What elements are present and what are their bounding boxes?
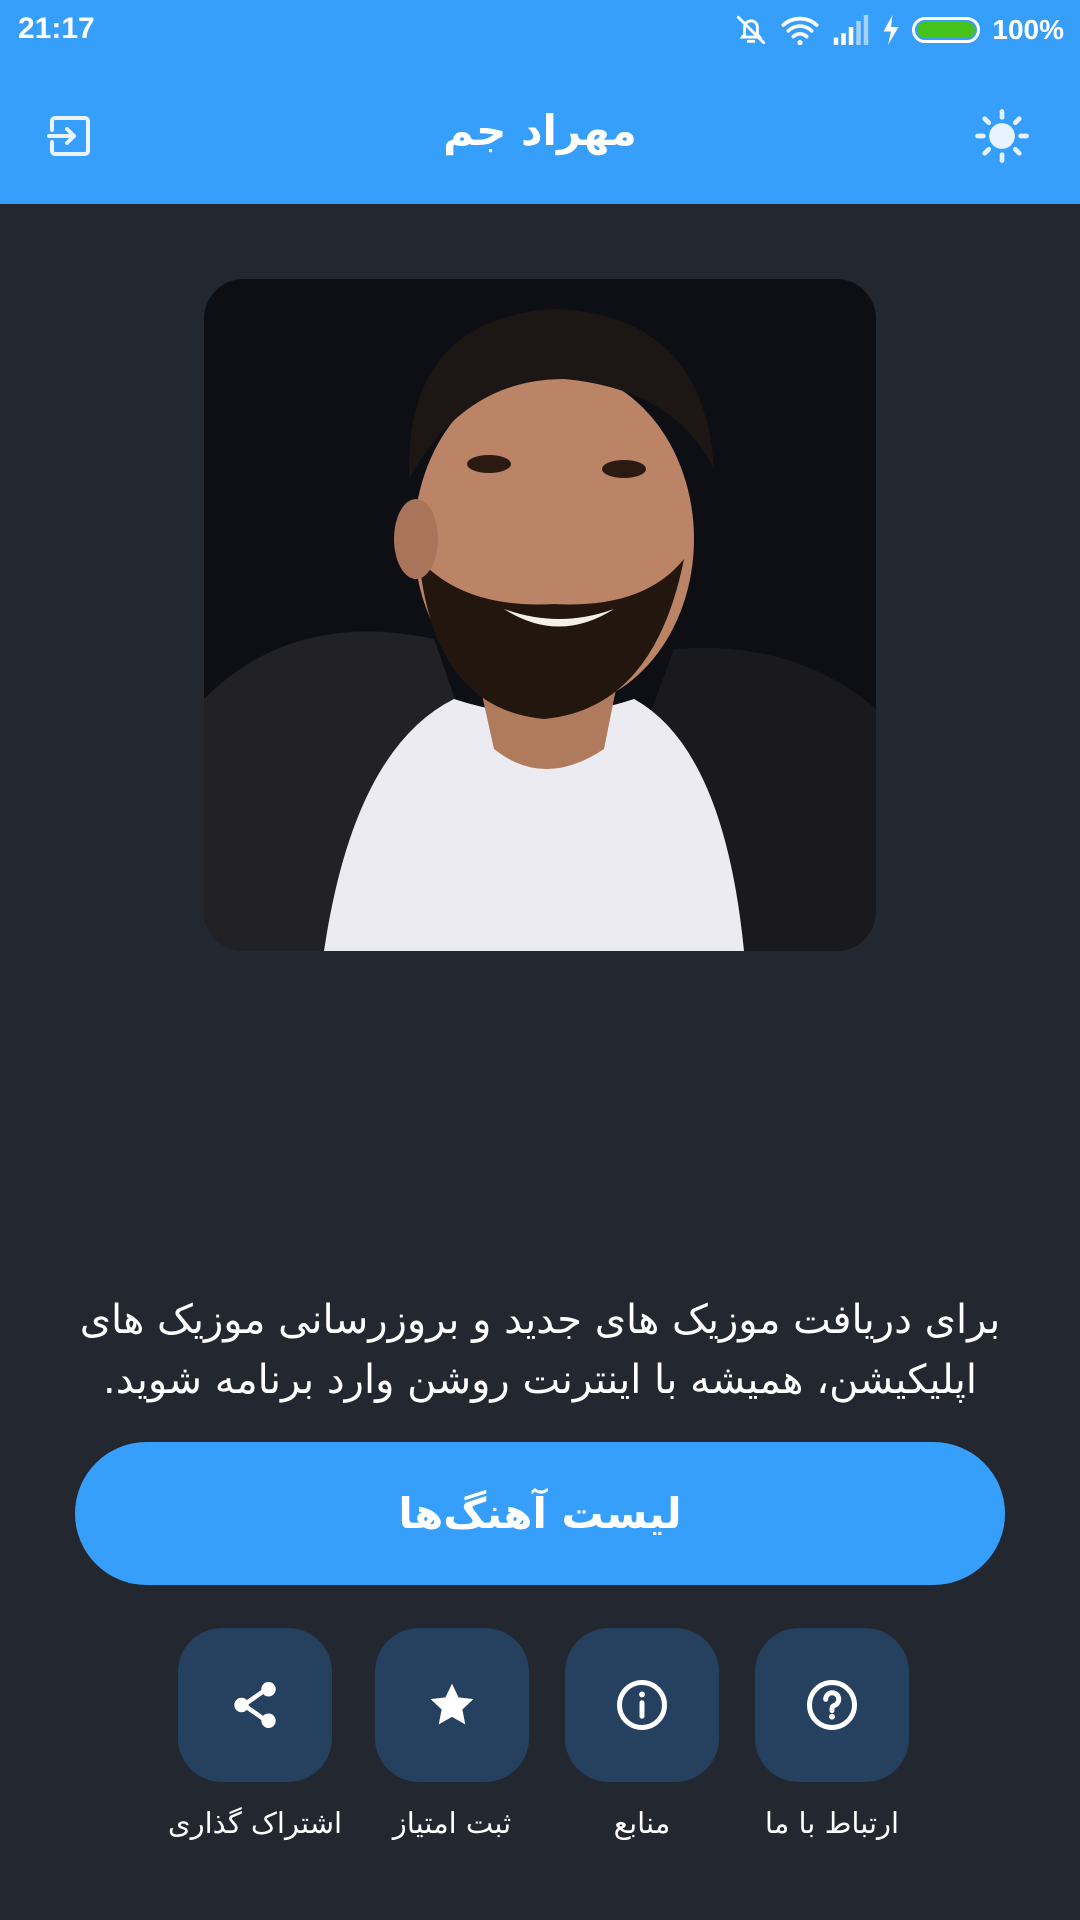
info-message: برای دریافت موزیک های جدید و بروزرسانی م… [79,1297,1001,1403]
status-time: 21:17 [18,12,95,45]
battery-icon [912,17,981,43]
help-icon [807,1680,857,1730]
signal-icon [832,15,870,45]
sources-action[interactable]: منابع [565,1628,719,1840]
song-list-button[interactable]: لیست آهنگ‌ها [75,1442,1005,1585]
status-bar: 21:17 100% [0,0,1080,60]
theme-toggle-button[interactable] [970,104,1034,168]
share-icon [234,1682,276,1728]
contact-action[interactable]: ارتباط با ما [755,1628,909,1840]
status-icons: 100% [734,10,1064,50]
info-icon [617,1680,667,1730]
artist-photo [204,279,876,951]
battery-percent: 100% [992,14,1064,45]
sources-button[interactable] [565,1628,719,1782]
page-title: مهراد جم [443,106,637,155]
contact-label: ارتباط با ما [764,1806,900,1840]
contact-button[interactable] [755,1628,909,1782]
share-action[interactable]: اشتراک گذاری [168,1628,342,1840]
rate-button[interactable] [375,1628,529,1782]
share-button[interactable] [178,1628,332,1782]
brightness-icon [975,109,1029,163]
rate-action[interactable]: ثبت امتیاز [375,1628,529,1840]
wifi-icon [780,13,820,47]
screen: 21:17 100% مهراد جم برای دریافت موزیک ها… [0,0,1080,1920]
charging-icon [882,15,900,45]
battery-level [917,22,976,38]
muted-bell-icon [734,13,768,47]
app-bar: مهراد جم [0,60,1080,204]
star-icon [430,1683,474,1725]
